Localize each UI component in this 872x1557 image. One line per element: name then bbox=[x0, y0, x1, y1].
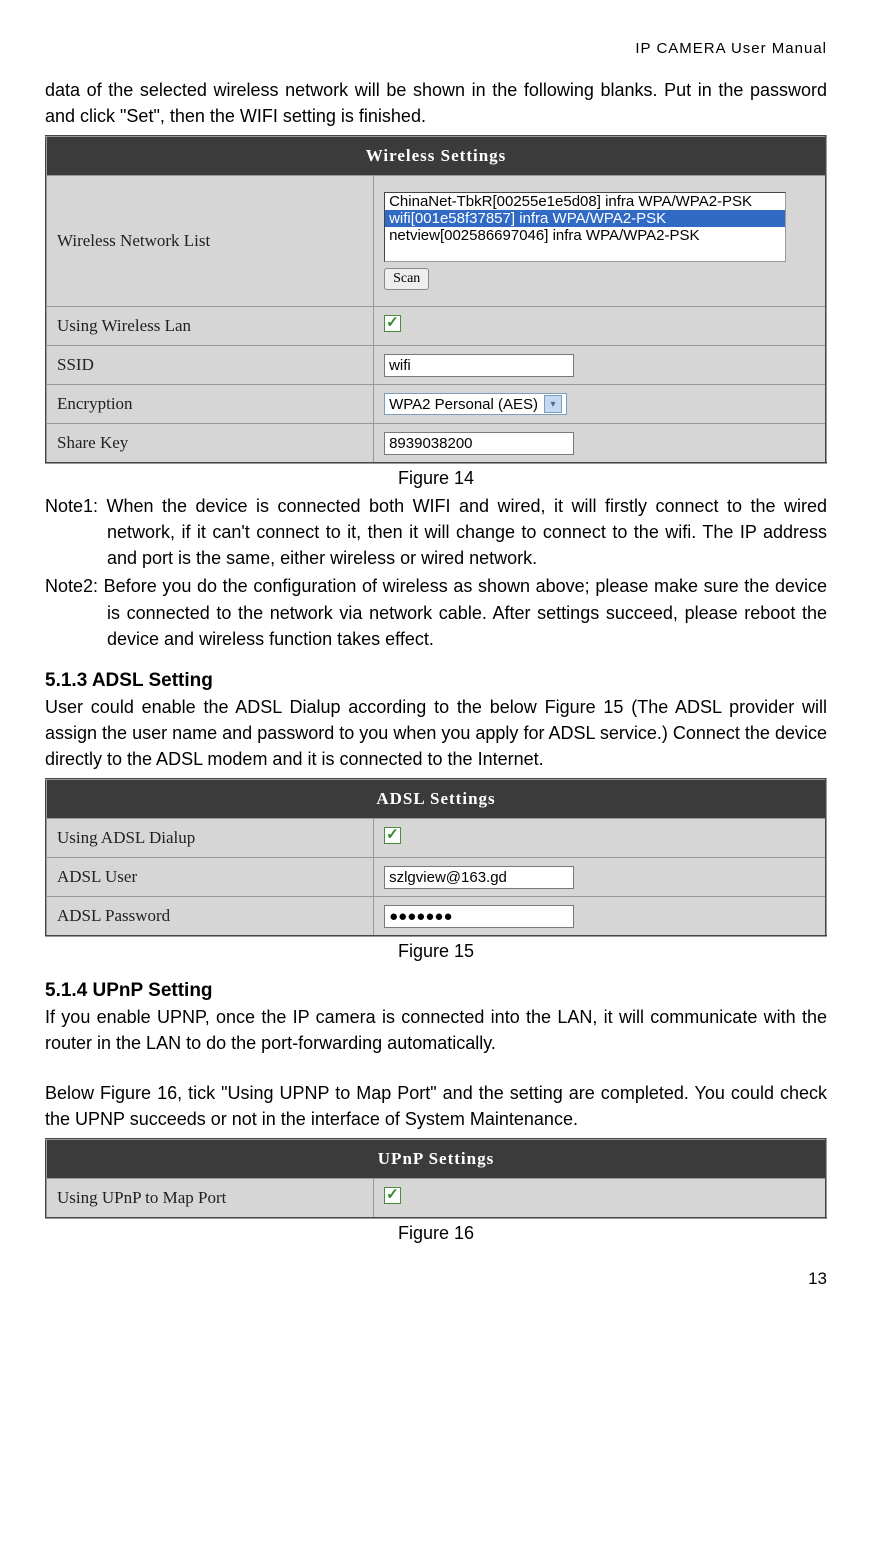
upnp-settings-table: UPnP Settings Using UPnP to Map Port bbox=[45, 1138, 827, 1219]
using-upnp-label: Using UPnP to Map Port bbox=[46, 1179, 374, 1219]
sharekey-input[interactable] bbox=[384, 432, 574, 455]
section-514-paragraph-2: Below Figure 16, tick "Using UPNP to Map… bbox=[45, 1080, 827, 1132]
using-wireless-cell bbox=[374, 307, 826, 346]
chevron-down-icon: ▾ bbox=[544, 395, 562, 413]
list-item[interactable]: wifi[001e58f37857] infra WPA/WPA2-PSK bbox=[385, 210, 785, 227]
adsl-user-input[interactable] bbox=[384, 866, 574, 889]
using-wireless-label: Using Wireless Lan bbox=[46, 307, 374, 346]
figure-14-caption: Figure 14 bbox=[45, 468, 827, 489]
using-wireless-checkbox[interactable] bbox=[384, 315, 401, 332]
adsl-settings-table: ADSL Settings Using ADSL Dialup ADSL Use… bbox=[45, 778, 827, 937]
network-list-label: Wireless Network List bbox=[46, 176, 374, 307]
using-upnp-cell bbox=[374, 1179, 826, 1219]
list-item[interactable]: ChinaNet-TbkR[00255e1e5d08] infra WPA/WP… bbox=[385, 193, 785, 210]
encryption-dropdown[interactable]: WPA2 Personal (AES) ▾ bbox=[384, 393, 567, 415]
adsl-user-label: ADSL User bbox=[46, 858, 374, 897]
upnp-settings-header: UPnP Settings bbox=[46, 1139, 826, 1179]
section-513-heading: 5.1.3 ADSL Setting bbox=[45, 670, 827, 692]
adsl-user-cell bbox=[374, 858, 826, 897]
encryption-label: Encryption bbox=[46, 385, 374, 424]
using-upnp-checkbox[interactable] bbox=[384, 1187, 401, 1204]
list-item-empty bbox=[385, 244, 785, 261]
using-adsl-label: Using ADSL Dialup bbox=[46, 819, 374, 858]
page-number: 13 bbox=[45, 1269, 827, 1289]
network-list-cell: ChinaNet-TbkR[00255e1e5d08] infra WPA/WP… bbox=[374, 176, 826, 307]
ssid-label: SSID bbox=[46, 346, 374, 385]
using-adsl-cell bbox=[374, 819, 826, 858]
network-listbox[interactable]: ChinaNet-TbkR[00255e1e5d08] infra WPA/WP… bbox=[384, 192, 786, 262]
adsl-password-cell bbox=[374, 897, 826, 937]
ssid-input[interactable] bbox=[384, 354, 574, 377]
page-header: IP CAMERA User Manual bbox=[45, 40, 827, 57]
using-adsl-checkbox[interactable] bbox=[384, 827, 401, 844]
figure-16-caption: Figure 16 bbox=[45, 1223, 827, 1244]
note2-text: Note2: Before you do the configuration o… bbox=[45, 573, 827, 651]
wireless-settings-table: Wireless Settings Wireless Network List … bbox=[45, 135, 827, 464]
ssid-cell bbox=[374, 346, 826, 385]
sharekey-cell bbox=[374, 424, 826, 464]
figure-15-caption: Figure 15 bbox=[45, 941, 827, 962]
encryption-value: WPA2 Personal (AES) bbox=[389, 396, 538, 413]
note1-text: Note1: When the device is connected both… bbox=[45, 493, 827, 571]
wireless-settings-header: Wireless Settings bbox=[46, 136, 826, 176]
section-514-paragraph-1: If you enable UPNP, once the IP camera i… bbox=[45, 1004, 827, 1056]
list-item[interactable]: netview[002586697046] infra WPA/WPA2-PSK bbox=[385, 227, 785, 244]
adsl-settings-header: ADSL Settings bbox=[46, 779, 826, 819]
adsl-password-label: ADSL Password bbox=[46, 897, 374, 937]
scan-button[interactable]: Scan bbox=[384, 268, 429, 290]
intro-paragraph: data of the selected wireless network wi… bbox=[45, 77, 827, 129]
section-513-paragraph: User could enable the ADSL Dialup accord… bbox=[45, 694, 827, 772]
section-514-heading: 5.1.4 UPnP Setting bbox=[45, 980, 827, 1002]
sharekey-label: Share Key bbox=[46, 424, 374, 464]
adsl-password-input[interactable] bbox=[384, 905, 574, 928]
encryption-cell: WPA2 Personal (AES) ▾ bbox=[374, 385, 826, 424]
